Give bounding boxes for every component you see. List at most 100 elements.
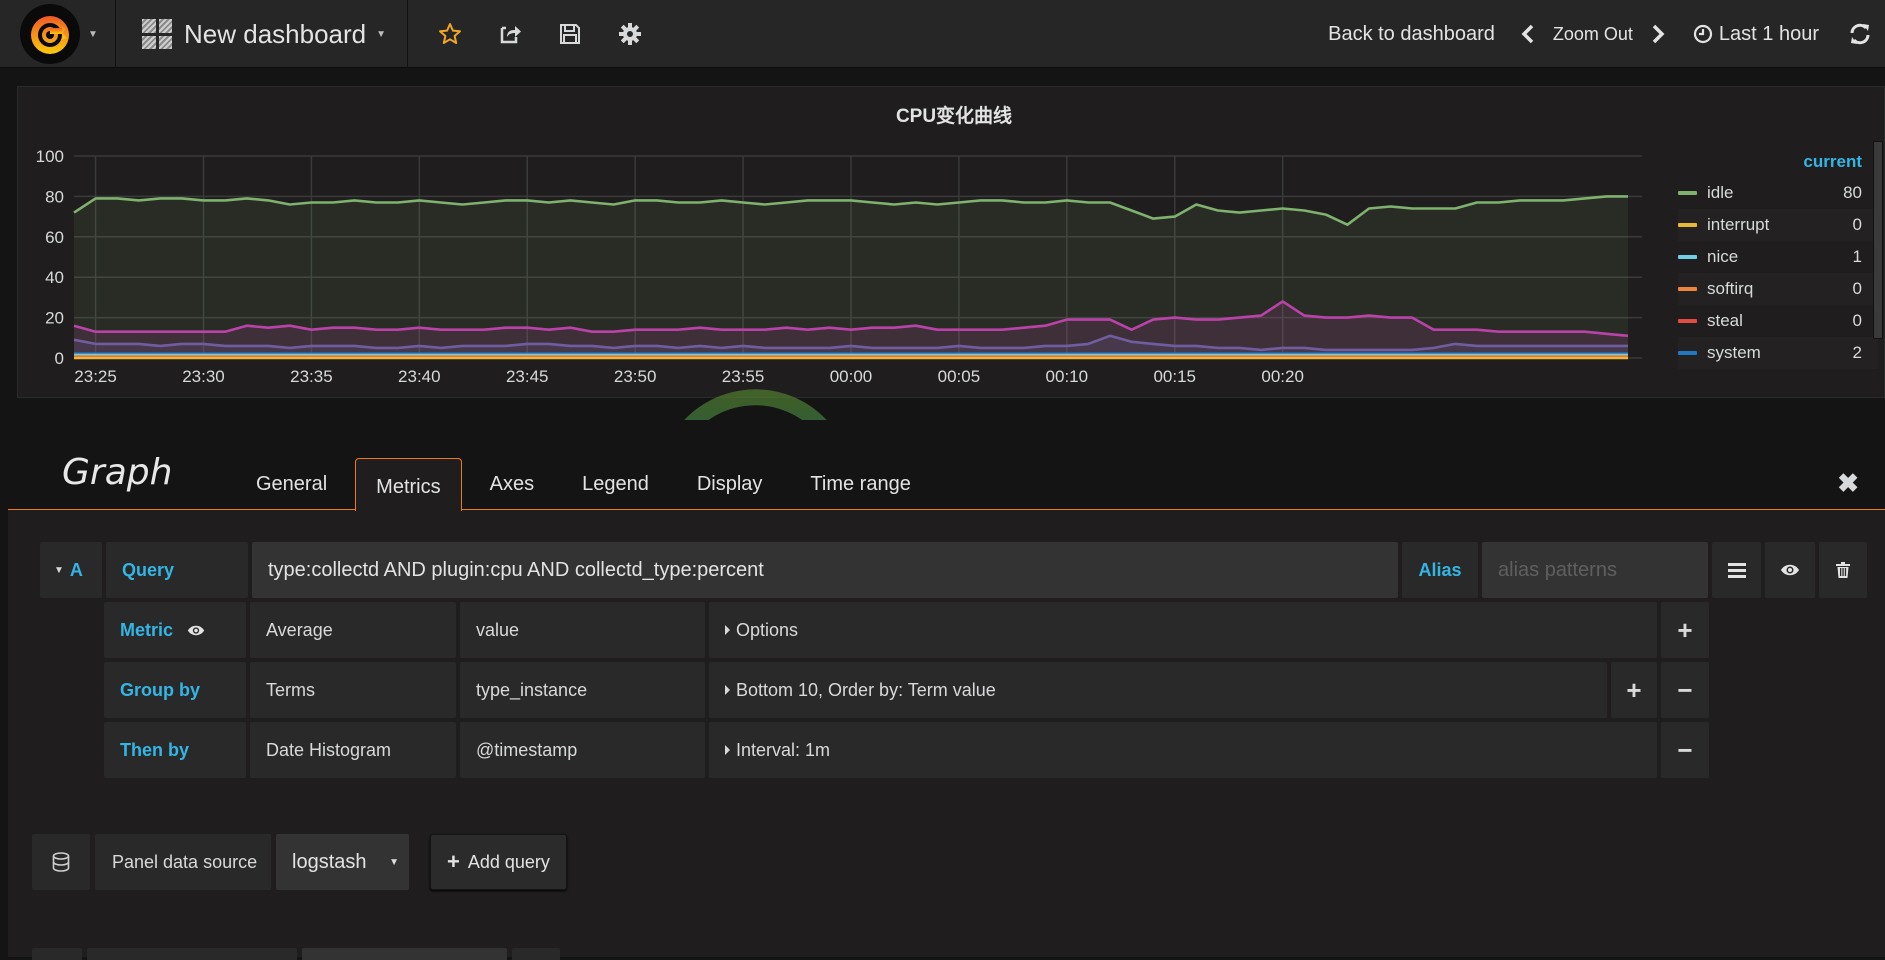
tab-display[interactable]: Display [677, 458, 783, 510]
metric-field-select[interactable]: value [460, 602, 705, 658]
legend-item-nice[interactable]: nice 1 [1678, 241, 1878, 273]
gear-icon [619, 23, 641, 45]
legend-item-steal[interactable]: steal 0 [1678, 305, 1878, 337]
alias-label: Alias [1402, 542, 1478, 598]
star-button[interactable] [420, 0, 480, 68]
y-tick-label: 60 [45, 228, 64, 247]
chevron-right-icon[interactable] [1651, 24, 1665, 44]
graph-panel[interactable]: CPU变化曲线 0 20 40 60 80 100 23:25 23:30 23:35 23:40… [17, 86, 1885, 398]
back-to-dashboard-link[interactable]: Back to dashboard [1328, 23, 1495, 46]
x-tick-label: 23:45 [506, 367, 549, 386]
then-by-type-select[interactable]: Date Histogram [250, 722, 456, 778]
group-by-options-toggle[interactable]: Bottom 10, Order by: Term value [709, 662, 1607, 718]
legend-swatch[interactable] [1678, 351, 1697, 355]
tab-legend[interactable]: Legend [562, 458, 669, 510]
dashboard-title-dropdown[interactable]: New dashboard ▼ [118, 0, 408, 68]
settings-button[interactable] [600, 0, 660, 68]
legend-item-system[interactable]: system 2 [1678, 337, 1878, 369]
add-group-by-button[interactable]: + [1611, 662, 1657, 718]
legend-current-header[interactable]: current [1678, 147, 1878, 177]
close-icon: ✖ [1837, 468, 1859, 498]
x-tick-label: 23:30 [182, 367, 225, 386]
legend-name[interactable]: softirq [1707, 279, 1853, 299]
x-tick-label: 00:20 [1261, 367, 1304, 386]
dashboard-actions [420, 0, 660, 68]
plus-icon: + [1626, 674, 1642, 705]
legend-name[interactable]: nice [1707, 247, 1853, 267]
legend-swatch[interactable] [1678, 191, 1697, 195]
legend-swatch[interactable] [1678, 287, 1697, 291]
tab-general[interactable]: General [236, 458, 347, 510]
add-metric-button[interactable]: + [1661, 602, 1709, 658]
query-input[interactable]: type:collectd AND plugin:cpu AND collect… [252, 542, 1398, 598]
metric-aggregation-select[interactable]: Average [250, 602, 456, 658]
zoom-controls: Zoom Out [1521, 24, 1665, 45]
caret-right-icon [725, 685, 730, 695]
x-tick-label: 00:00 [830, 367, 873, 386]
refresh-button[interactable] [1849, 23, 1871, 45]
alias-input[interactable]: alias patterns [1482, 542, 1708, 598]
legend-name[interactable]: system [1707, 343, 1853, 363]
database-icon [52, 852, 70, 872]
legend-name[interactable]: interrupt [1707, 215, 1853, 235]
zoom-out-button[interactable]: Zoom Out [1553, 24, 1633, 45]
minus-icon: − [1677, 734, 1693, 765]
refresh-icon [1850, 23, 1870, 45]
share-button[interactable] [480, 0, 540, 68]
remove-then-by-button[interactable]: − [1661, 722, 1709, 778]
panel-datasource-label: Panel data source [95, 834, 271, 890]
legend-name[interactable]: steal [1707, 311, 1853, 331]
datasource-row: Panel data source logstash ▼ + Add query [32, 834, 567, 890]
x-tick-label: 23:25 [74, 367, 117, 386]
legend-item-interrupt[interactable]: interrupt 0 [1678, 209, 1878, 241]
cpu-chart[interactable]: 0 20 40 60 80 100 23:25 23:30 23:35 23:40 23:45 23:… [18, 87, 1668, 399]
save-button[interactable] [540, 0, 600, 68]
legend-scrollbar[interactable] [1873, 141, 1883, 339]
grafana-logo-icon[interactable] [20, 4, 80, 64]
metric-label: Metric [104, 602, 246, 658]
close-editor-button[interactable]: ✖ [1837, 468, 1859, 499]
then-by-field-select[interactable]: @timestamp [460, 722, 705, 778]
group-by-type-select[interactable]: Terms [250, 662, 456, 718]
toggle-query-visibility-button[interactable] [1765, 542, 1815, 598]
tab-axes[interactable]: Axes [470, 458, 554, 510]
group-by-field-select[interactable]: type_instance [460, 662, 705, 718]
legend-item-idle[interactable]: idle 80 [1678, 177, 1878, 209]
tab-time-range[interactable]: Time range [790, 458, 930, 510]
caret-right-icon [725, 625, 730, 635]
query-collapse-toggle[interactable]: ▼ A [40, 542, 102, 598]
remove-group-by-button[interactable]: − [1661, 662, 1709, 718]
tab-metrics[interactable]: Metrics [355, 458, 462, 511]
eye-icon [1781, 564, 1799, 576]
query-menu-button[interactable] [1712, 542, 1761, 598]
caret-down-icon: ▼ [54, 564, 64, 576]
metric-options-toggle[interactable]: Options [709, 602, 1657, 658]
x-tick-label: 00:10 [1046, 367, 1089, 386]
plus-icon: + [447, 849, 460, 874]
share-icon [500, 26, 521, 44]
trash-icon [1836, 562, 1850, 578]
plus-icon: + [1677, 614, 1693, 645]
x-tick-label: 23:35 [290, 367, 333, 386]
top-navbar: ▼ New dashboard ▼ Back to dashboard Zoom… [0, 0, 1885, 68]
legend-swatch[interactable] [1678, 255, 1697, 259]
delete-query-button[interactable] [1819, 542, 1867, 598]
save-icon [560, 24, 580, 44]
y-tick-label: 80 [45, 187, 64, 206]
y-tick-label: 0 [55, 349, 64, 368]
legend-swatch[interactable] [1678, 319, 1697, 323]
group-by-label: Group by [104, 662, 246, 718]
grafana-menu[interactable]: ▼ [0, 0, 116, 68]
add-query-button[interactable]: + Add query [430, 834, 567, 890]
time-picker-button[interactable]: Last 1 hour [1693, 23, 1819, 46]
legend-swatch[interactable] [1678, 223, 1697, 227]
legend-item-user[interactable]: user11 [1678, 369, 1878, 371]
datasource-select[interactable]: logstash ▼ [276, 834, 409, 890]
eye-icon[interactable] [187, 624, 205, 637]
chevron-left-icon[interactable] [1521, 24, 1535, 44]
x-tick-label: 23:50 [614, 367, 657, 386]
legend-name[interactable]: idle [1707, 183, 1843, 203]
time-controls: Back to dashboard Zoom Out Last 1 hour [1328, 0, 1885, 68]
legend-item-softirq[interactable]: softirq 0 [1678, 273, 1878, 305]
then-by-options-toggle[interactable]: Interval: 1m [709, 722, 1657, 778]
